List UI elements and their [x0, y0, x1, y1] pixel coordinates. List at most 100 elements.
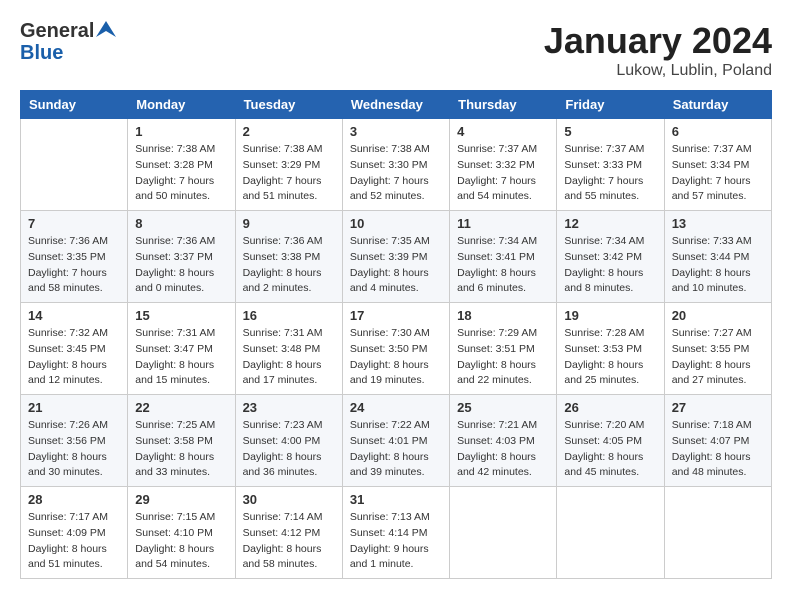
day-info: Sunrise: 7:34 AMSunset: 3:42 PMDaylight:…	[564, 234, 656, 297]
calendar-header-row: SundayMondayTuesdayWednesdayThursdayFrid…	[21, 91, 772, 119]
day-info: Sunrise: 7:15 AMSunset: 4:10 PMDaylight:…	[135, 510, 227, 573]
calendar-cell: 18 Sunrise: 7:29 AMSunset: 3:51 PMDayligh…	[450, 303, 557, 395]
day-info: Sunrise: 7:37 AMSunset: 3:32 PMDaylight:…	[457, 142, 549, 205]
logo-blue-text: Blue	[20, 42, 116, 64]
location: Lukow, Lublin, Poland	[544, 62, 772, 80]
day-number: 5	[564, 124, 656, 139]
day-number: 16	[243, 308, 335, 323]
calendar-cell: 10Sunrise: 7:35 AMSunset: 3:39 PMDayligh…	[342, 211, 449, 303]
month-title: January 2024	[544, 20, 772, 62]
day-info: Sunrise: 7:37 AMSunset: 3:33 PMDaylight:…	[564, 142, 656, 205]
day-header-wednesday: Wednesday	[342, 91, 449, 119]
logo-bird-icon	[96, 21, 116, 37]
day-number: 6	[672, 124, 764, 139]
day-number: 17	[350, 308, 442, 323]
calendar-cell: 8 Sunrise: 7:36 AMSunset: 3:37 PMDaylight…	[128, 211, 235, 303]
day-info: Sunrise: 7:20 AMSunset: 4:05 PMDaylight:…	[564, 418, 656, 481]
day-number: 15	[135, 308, 227, 323]
calendar-cell: 19Sunrise: 7:28 AMSunset: 3:53 PMDayligh…	[557, 303, 664, 395]
calendar-cell	[664, 487, 771, 579]
day-info: Sunrise: 7:33 AMSunset: 3:44 PMDaylight:…	[672, 234, 764, 297]
logo: General Blue	[20, 20, 116, 64]
day-info: Sunrise: 7:29 AMSunset: 3:51 PMDaylight:…	[457, 326, 549, 389]
logo-wordmark: General Blue	[20, 20, 116, 64]
calendar-cell: 16 Sunrise: 7:31 AMSunset: 3:48 PMDayligh…	[235, 303, 342, 395]
day-info: Sunrise: 7:14 AMSunset: 4:12 PMDaylight:…	[243, 510, 335, 573]
day-info: Sunrise: 7:31 AMSunset: 3:48 PMDaylight:…	[243, 326, 335, 389]
calendar-cell: 31 Sunrise: 7:13 AMSunset: 4:14 PMDayligh…	[342, 487, 449, 579]
title-section: January 2024 Lukow, Lublin, Poland	[544, 20, 772, 80]
day-info: Sunrise: 7:36 AMSunset: 3:37 PMDaylight:…	[135, 234, 227, 297]
day-info: Sunrise: 7:21 AMSunset: 4:03 PMDaylight:…	[457, 418, 549, 481]
calendar-cell: 15Sunrise: 7:31 AMSunset: 3:47 PMDayligh…	[128, 303, 235, 395]
calendar-cell: 1 Sunrise: 7:38 AMSunset: 3:28 PMDaylight…	[128, 119, 235, 211]
calendar-cell	[450, 487, 557, 579]
day-header-thursday: Thursday	[450, 91, 557, 119]
day-number: 2	[243, 124, 335, 139]
calendar-cell: 6 Sunrise: 7:37 AMSunset: 3:34 PMDaylight…	[664, 119, 771, 211]
day-number: 7	[28, 216, 120, 231]
day-header-sunday: Sunday	[21, 91, 128, 119]
day-info: Sunrise: 7:38 AMSunset: 3:28 PMDaylight:…	[135, 142, 227, 205]
calendar-cell: 28 Sunrise: 7:17 AMSunset: 4:09 PMDayligh…	[21, 487, 128, 579]
page-header: General Blue January 2024 Lukow, Lublin,…	[20, 20, 772, 80]
calendar-cell: 7Sunrise: 7:36 AMSunset: 3:35 PMDaylight…	[21, 211, 128, 303]
day-info: Sunrise: 7:30 AMSunset: 3:50 PMDaylight:…	[350, 326, 442, 389]
day-number: 4	[457, 124, 549, 139]
day-number: 22	[135, 400, 227, 415]
calendar-cell: 12 Sunrise: 7:34 AMSunset: 3:42 PMDayligh…	[557, 211, 664, 303]
day-number: 18	[457, 308, 549, 323]
day-header-friday: Friday	[557, 91, 664, 119]
day-info: Sunrise: 7:27 AMSunset: 3:55 PMDaylight:…	[672, 326, 764, 389]
calendar-week-row: 7Sunrise: 7:36 AMSunset: 3:35 PMDaylight…	[21, 211, 772, 303]
day-number: 1	[135, 124, 227, 139]
calendar-week-row: 28 Sunrise: 7:17 AMSunset: 4:09 PMDayligh…	[21, 487, 772, 579]
calendar-cell: 20Sunrise: 7:27 AMSunset: 3:55 PMDayligh…	[664, 303, 771, 395]
day-info: Sunrise: 7:18 AMSunset: 4:07 PMDaylight:…	[672, 418, 764, 481]
day-number: 8	[135, 216, 227, 231]
day-number: 12	[564, 216, 656, 231]
day-header-saturday: Saturday	[664, 91, 771, 119]
day-number: 25	[457, 400, 549, 415]
calendar-cell: 26Sunrise: 7:20 AMSunset: 4:05 PMDayligh…	[557, 395, 664, 487]
calendar-cell: 14Sunrise: 7:32 AMSunset: 3:45 PMDayligh…	[21, 303, 128, 395]
day-number: 30	[243, 492, 335, 507]
calendar-cell	[557, 487, 664, 579]
day-info: Sunrise: 7:34 AMSunset: 3:41 PMDaylight:…	[457, 234, 549, 297]
day-info: Sunrise: 7:37 AMSunset: 3:34 PMDaylight:…	[672, 142, 764, 205]
calendar-cell: 27 Sunrise: 7:18 AMSunset: 4:07 PMDayligh…	[664, 395, 771, 487]
day-info: Sunrise: 7:22 AMSunset: 4:01 PMDaylight:…	[350, 418, 442, 481]
calendar-week-row: 1 Sunrise: 7:38 AMSunset: 3:28 PMDaylight…	[21, 119, 772, 211]
logo-general-text: General	[20, 20, 94, 42]
day-info: Sunrise: 7:38 AMSunset: 3:30 PMDaylight:…	[350, 142, 442, 205]
day-header-tuesday: Tuesday	[235, 91, 342, 119]
day-info: Sunrise: 7:35 AMSunset: 3:39 PMDaylight:…	[350, 234, 442, 297]
day-number: 3	[350, 124, 442, 139]
day-number: 28	[28, 492, 120, 507]
calendar-week-row: 21Sunrise: 7:26 AMSunset: 3:56 PMDayligh…	[21, 395, 772, 487]
calendar-cell: 25 Sunrise: 7:21 AMSunset: 4:03 PMDayligh…	[450, 395, 557, 487]
day-number: 13	[672, 216, 764, 231]
day-info: Sunrise: 7:13 AMSunset: 4:14 PMDaylight:…	[350, 510, 442, 573]
day-info: Sunrise: 7:36 AMSunset: 3:38 PMDaylight:…	[243, 234, 335, 297]
calendar-table: SundayMondayTuesdayWednesdayThursdayFrid…	[20, 90, 772, 579]
calendar-cell: 23Sunrise: 7:23 AMSunset: 4:00 PMDayligh…	[235, 395, 342, 487]
day-number: 9	[243, 216, 335, 231]
day-number: 19	[564, 308, 656, 323]
day-info: Sunrise: 7:26 AMSunset: 3:56 PMDaylight:…	[28, 418, 120, 481]
calendar-cell: 13 Sunrise: 7:33 AMSunset: 3:44 PMDayligh…	[664, 211, 771, 303]
calendar-body: 1 Sunrise: 7:38 AMSunset: 3:28 PMDaylight…	[21, 119, 772, 579]
calendar-cell: 30 Sunrise: 7:14 AMSunset: 4:12 PMDayligh…	[235, 487, 342, 579]
calendar-cell: 29Sunrise: 7:15 AMSunset: 4:10 PMDayligh…	[128, 487, 235, 579]
day-info: Sunrise: 7:17 AMSunset: 4:09 PMDaylight:…	[28, 510, 120, 573]
calendar-cell: 5 Sunrise: 7:37 AMSunset: 3:33 PMDaylight…	[557, 119, 664, 211]
calendar-cell: 11 Sunrise: 7:34 AMSunset: 3:41 PMDayligh…	[450, 211, 557, 303]
day-number: 31	[350, 492, 442, 507]
calendar-cell: 17 Sunrise: 7:30 AMSunset: 3:50 PMDayligh…	[342, 303, 449, 395]
day-number: 27	[672, 400, 764, 415]
calendar-week-row: 14Sunrise: 7:32 AMSunset: 3:45 PMDayligh…	[21, 303, 772, 395]
day-info: Sunrise: 7:38 AMSunset: 3:29 PMDaylight:…	[243, 142, 335, 205]
calendar-cell	[21, 119, 128, 211]
calendar-cell: 22Sunrise: 7:25 AMSunset: 3:58 PMDayligh…	[128, 395, 235, 487]
day-number: 11	[457, 216, 549, 231]
